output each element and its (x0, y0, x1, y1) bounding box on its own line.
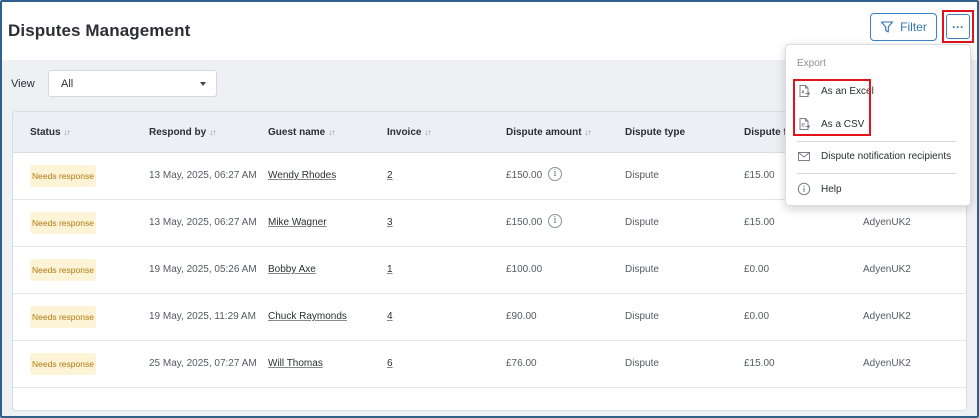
menu-item-label: Help (821, 184, 842, 195)
more-options-button[interactable]: ··· (946, 14, 970, 39)
app-frame: Disputes Management Filter ··· View All … (0, 0, 979, 418)
dispute-amount-cell: £90.00 (506, 311, 537, 322)
respond-by-cell: 13 May, 2025, 06:27 AM (149, 217, 257, 228)
dispute-type-cell: Dispute (625, 217, 659, 228)
column-header-dispute-amount[interactable]: Dispute amount ↓↑ (506, 127, 592, 138)
info-icon (797, 182, 811, 196)
status-badge: Needs response (30, 165, 96, 187)
dispute-type-cell: Dispute (625, 264, 659, 275)
column-header-dispute-type: Dispute type (625, 127, 686, 138)
dispute-type-cell: Dispute (625, 358, 659, 369)
respond-by-cell: 25 May, 2025, 07:27 AM (149, 358, 257, 369)
menu-item-notification-recipients[interactable]: Dispute notification recipients (786, 145, 970, 169)
dispute-fee-cell: £15.00 (744, 170, 775, 181)
dispute-fee-cell: £15.00 (744, 358, 775, 369)
invoice-link[interactable]: 6 (387, 358, 393, 369)
column-header-status[interactable]: Status ↓↑ (30, 127, 71, 138)
view-label: View (11, 78, 35, 90)
column-header-guest-name[interactable]: Guest name ↓↑ (268, 127, 335, 138)
invoice-link[interactable]: 2 (387, 170, 393, 181)
table-row[interactable]: Needs response 19 May, 2025, 05:26 AM Bo… (13, 247, 966, 294)
guest-name-link[interactable]: Bobby Axe (268, 264, 316, 275)
status-badge: Needs response (30, 259, 96, 281)
guest-name-link[interactable]: Will Thomas (268, 358, 323, 369)
guest-name-link[interactable]: Wendy Rhodes (268, 170, 336, 181)
status-badge: Needs response (30, 353, 96, 375)
filter-button-label: Filter (900, 20, 927, 34)
invoice-link[interactable]: 4 (387, 311, 393, 322)
chevron-down-icon (200, 82, 206, 86)
invoice-link[interactable]: 1 (387, 264, 393, 275)
column-header-invoice[interactable]: Invoice ↓↑ (387, 127, 431, 138)
guest-name-link[interactable]: Mike Wagner (268, 217, 327, 228)
menu-section-export: Export (797, 58, 826, 69)
guest-name-link[interactable]: Chuck Raymonds (268, 311, 347, 322)
filter-icon (881, 21, 894, 33)
merchant-cell: AdyenUK2 (863, 358, 911, 369)
menu-item-label: Dispute notification recipients (821, 151, 952, 162)
menu-item-help[interactable]: Help (786, 178, 970, 202)
info-icon[interactable]: i (548, 214, 562, 228)
merchant-cell: AdyenUK2 (863, 311, 911, 322)
view-select-value: All (61, 77, 74, 90)
table-row[interactable]: Needs response 13 May, 2025, 06:27 AM Mi… (13, 200, 966, 247)
sort-icon[interactable]: ↓↑ (64, 128, 71, 137)
table-row[interactable]: Needs response 25 May, 2025, 07:27 AM Wi… (13, 341, 966, 388)
dispute-amount-cell: £150.00 (506, 170, 543, 181)
sort-icon[interactable]: ↓↑ (328, 128, 335, 137)
view-select[interactable]: All (48, 70, 217, 97)
table-row[interactable]: Needs response 19 May, 2025, 11:29 AM Ch… (13, 294, 966, 341)
dispute-type-cell: Dispute (625, 311, 659, 322)
dispute-amount-cell: £100.00 (506, 264, 543, 275)
respond-by-cell: 19 May, 2025, 05:26 AM (149, 264, 257, 275)
respond-by-cell: 13 May, 2025, 06:27 AM (149, 170, 257, 181)
merchant-cell: AdyenUK2 (863, 217, 911, 228)
dispute-type-cell: Dispute (625, 170, 659, 181)
filter-button[interactable]: Filter (870, 13, 937, 41)
status-badge: Needs response (30, 306, 96, 328)
info-icon[interactable]: i (548, 167, 562, 181)
invoice-link[interactable]: 3 (387, 217, 393, 228)
dispute-fee-cell: £0.00 (744, 264, 770, 275)
export-options-highlight (793, 79, 871, 136)
respond-by-cell: 19 May, 2025, 11:29 AM (149, 311, 256, 322)
dispute-amount-cell: £76.00 (506, 358, 537, 369)
column-header-respond-by[interactable]: Respond by ↓↑ (149, 127, 216, 138)
sort-icon[interactable]: ↓↑ (585, 128, 592, 137)
menu-divider (797, 141, 956, 142)
mail-icon (798, 152, 810, 161)
sort-icon[interactable]: ↓↑ (209, 128, 216, 137)
page-title: Disputes Management (8, 21, 191, 40)
dispute-amount-cell: £150.00 (506, 217, 543, 228)
dispute-fee-cell: £15.00 (744, 217, 775, 228)
dispute-fee-cell: £0.00 (744, 311, 770, 322)
menu-divider (797, 173, 956, 174)
sort-icon[interactable]: ↓↑ (424, 128, 431, 137)
merchant-cell: AdyenUK2 (863, 264, 911, 275)
status-badge: Needs response (30, 212, 96, 234)
